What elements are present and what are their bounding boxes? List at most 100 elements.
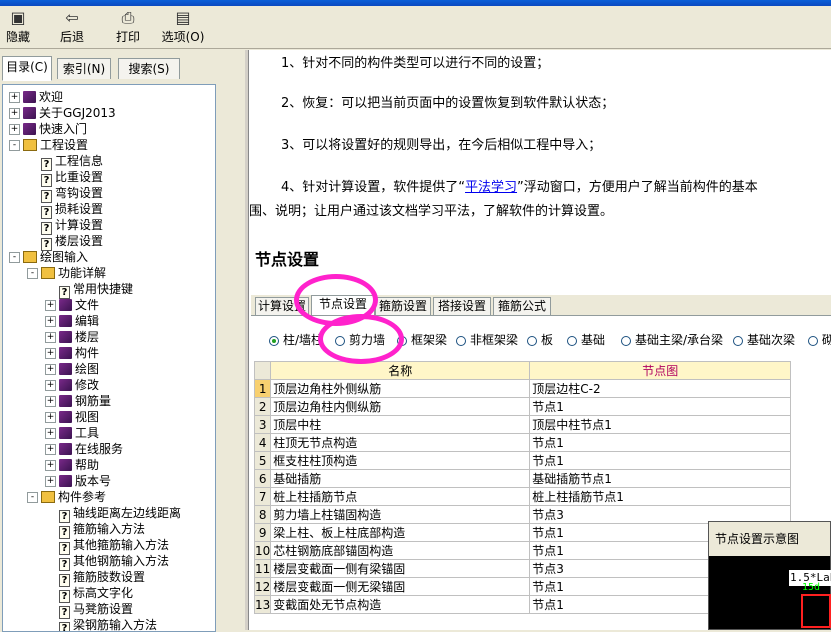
tab-stirrup-formula[interactable]: 箍筋公式 xyxy=(493,297,551,315)
row-node-cell[interactable]: 基础插筋节点1 xyxy=(529,469,792,488)
tree-expander-icon[interactable]: + xyxy=(45,300,56,311)
tree-item[interactable]: ? 箍筋肢数设置 xyxy=(59,569,145,587)
tree-item[interactable]: 绘图输入 xyxy=(23,249,88,265)
row-name-cell[interactable]: 柱顶无节点构造 xyxy=(270,433,531,452)
tab-lap-settings[interactable]: 搭接设置 xyxy=(433,297,491,315)
radio-foundation-main-beam[interactable]: 基础主梁/承台梁 xyxy=(621,331,723,348)
tree-item[interactable]: ? 箍筋输入方法 xyxy=(59,521,145,539)
tree-item[interactable]: 功能详解 xyxy=(41,265,106,281)
tree-item[interactable]: ? 弯钩设置 xyxy=(41,185,103,203)
tree-expander-icon[interactable]: + xyxy=(45,348,56,359)
scroll-down-icon[interactable]: ▼ xyxy=(215,615,216,631)
tree-item[interactable]: 编辑 xyxy=(59,313,99,329)
row-name-cell[interactable]: 顶层中柱 xyxy=(270,415,531,434)
tree-expander-icon[interactable]: + xyxy=(45,460,56,471)
tab-stirrup-settings[interactable]: 箍筋设置 xyxy=(375,297,431,315)
tree-item[interactable]: 文件 xyxy=(59,297,99,313)
tree-expander-icon[interactable]: + xyxy=(9,108,20,119)
radio-foundation[interactable]: 基础 xyxy=(567,331,605,348)
tree-expander-icon[interactable]: + xyxy=(45,428,56,439)
tree-item[interactable]: ? 其他钢筋输入方法 xyxy=(59,553,169,571)
tree-item[interactable]: ? 楼层设置 xyxy=(41,233,103,251)
tree-expander-icon[interactable]: + xyxy=(45,332,56,343)
options-button[interactable]: ▤ 选项(O) xyxy=(160,8,206,46)
radio-column[interactable]: 柱/墙柱 xyxy=(269,331,323,348)
tree-item[interactable]: 欢迎 xyxy=(23,89,63,105)
tree-item[interactable]: ? 常用快捷键 xyxy=(59,281,133,299)
tree-expander-icon[interactable]: + xyxy=(45,476,56,487)
tree-item[interactable]: 构件 xyxy=(59,345,99,361)
row-name-cell[interactable]: 梁上柱、板上柱底部构造 xyxy=(270,523,531,542)
table-row[interactable]: 7 桩上柱插筋节点 桩上柱插筋节点1 xyxy=(253,487,792,506)
table-row[interactable]: 2 顶层边角柱内侧纵筋 节点1 xyxy=(253,397,792,416)
row-node-cell[interactable]: 节点1 xyxy=(529,451,792,470)
radio-slab[interactable]: 板 xyxy=(527,331,553,348)
tree-expander-icon[interactable]: - xyxy=(27,492,38,503)
row-name-cell[interactable]: 顶层边角柱内侧纵筋 xyxy=(270,397,531,416)
tree-vertical-scrollbar[interactable]: ▲ ▼ xyxy=(215,85,216,631)
print-button[interactable]: ⎙ 打印 xyxy=(114,8,142,46)
tree-item[interactable]: 绘图 xyxy=(59,361,99,377)
row-name-cell[interactable]: 顶层边角柱外侧纵筋 xyxy=(270,379,531,398)
back-button[interactable]: ⇦ 后退 xyxy=(58,8,86,46)
tree-item[interactable]: 工程设置 xyxy=(23,137,88,153)
row-name-cell[interactable]: 桩上柱插筋节点 xyxy=(270,487,531,506)
table-row[interactable]: 4 柱顶无节点构造 节点1 xyxy=(253,433,792,452)
tree-item[interactable]: 修改 xyxy=(59,377,99,393)
tree-item[interactable]: 工具 xyxy=(59,425,99,441)
table-row[interactable]: 3 顶层中柱 顶层中柱节点1 xyxy=(253,415,792,434)
tree-expander-icon[interactable]: - xyxy=(27,268,38,279)
row-node-cell[interactable]: 桩上柱插筋节点1 xyxy=(529,487,792,506)
tree-item[interactable]: 视图 xyxy=(59,409,99,425)
tree-item[interactable]: 版本号 xyxy=(59,473,111,489)
tree-expander-icon[interactable]: + xyxy=(9,92,20,103)
tree-expander-icon[interactable]: - xyxy=(9,140,20,151)
row-name-cell[interactable]: 基础插筋 xyxy=(270,469,531,488)
tree-item[interactable]: 关于GGJ2013 xyxy=(23,105,116,121)
tree-expander-icon[interactable]: + xyxy=(45,444,56,455)
radio-masonry[interactable]: 砌 xyxy=(808,331,831,348)
tree-expander-icon[interactable]: + xyxy=(45,396,56,407)
row-name-cell[interactable]: 楼层变截面一侧无梁锚固 xyxy=(270,577,531,596)
tree-item[interactable]: ? 马凳筋设置 xyxy=(59,601,133,619)
hide-button[interactable]: ▣ 隐藏 xyxy=(4,8,32,46)
tree-item[interactable]: ? 工程信息 xyxy=(41,153,103,171)
table-row[interactable]: 5 框支柱柱顶构造 节点1 xyxy=(253,451,792,470)
tree-expander-icon[interactable]: + xyxy=(45,364,56,375)
tree-item[interactable]: 构件参考 xyxy=(41,489,106,505)
tab-index[interactable]: 索引(N) xyxy=(57,58,111,79)
row-name-cell[interactable]: 楼层变截面一侧有梁锚固 xyxy=(270,559,531,578)
row-node-cell[interactable]: 节点1 xyxy=(529,397,792,416)
row-name-cell[interactable]: 变截面处无节点构造 xyxy=(270,595,531,614)
tree-expander-icon[interactable]: + xyxy=(45,380,56,391)
tree-item[interactable]: ? 比重设置 xyxy=(41,169,103,187)
tab-search[interactable]: 搜索(S) xyxy=(118,58,180,79)
radio-non-frame-beam[interactable]: 非框架梁 xyxy=(456,331,518,348)
scroll-up-icon[interactable]: ▲ xyxy=(215,85,216,101)
radio-foundation-secondary-beam[interactable]: 基础次梁 xyxy=(733,331,795,348)
tree-expander-icon[interactable]: + xyxy=(45,412,56,423)
row-name-cell[interactable]: 剪力墙上柱锚固构造 xyxy=(270,505,531,524)
table-row[interactable]: 1 顶层边角柱外侧纵筋 顶层边柱C-2 xyxy=(253,379,792,398)
row-name-cell[interactable]: 芯柱钢筋底部锚固构造 xyxy=(270,541,531,560)
tree-item[interactable]: 钢筋量 xyxy=(59,393,111,409)
pingfa-study-link[interactable]: 平法学习 xyxy=(465,180,517,195)
tree-item[interactable]: 快速入门 xyxy=(23,121,87,137)
table-row[interactable]: 6 基础插筋 基础插筋节点1 xyxy=(253,469,792,488)
tree-item[interactable]: ? 轴线距离左边线距离 xyxy=(59,505,181,523)
tab-contents[interactable]: 目录(C) xyxy=(2,56,52,81)
radio-frame-beam[interactable]: 框架梁 xyxy=(397,331,447,348)
tree-expander-icon[interactable]: + xyxy=(45,316,56,327)
row-name-cell[interactable]: 框支柱柱顶构造 xyxy=(270,451,531,470)
tree-item[interactable]: 在线服务 xyxy=(59,441,123,457)
tree-item[interactable]: ? 标高文字化 xyxy=(59,585,133,603)
tree-expander-icon[interactable]: + xyxy=(9,124,20,135)
row-node-cell[interactable]: 节点1 xyxy=(529,433,792,452)
scroll-thumb[interactable] xyxy=(215,101,216,311)
tree-item[interactable]: ? 其他箍筋输入方法 xyxy=(59,537,169,555)
row-node-cell[interactable]: 顶层中柱节点1 xyxy=(529,415,792,434)
tree-item[interactable]: ? 计算设置 xyxy=(41,217,103,235)
row-node-cell[interactable]: 顶层边柱C-2 xyxy=(529,379,792,398)
tree-item[interactable]: ? 损耗设置 xyxy=(41,201,103,219)
node-diagram-window[interactable]: 节点设置示意图 1.5*Lab 15d xyxy=(708,521,831,630)
